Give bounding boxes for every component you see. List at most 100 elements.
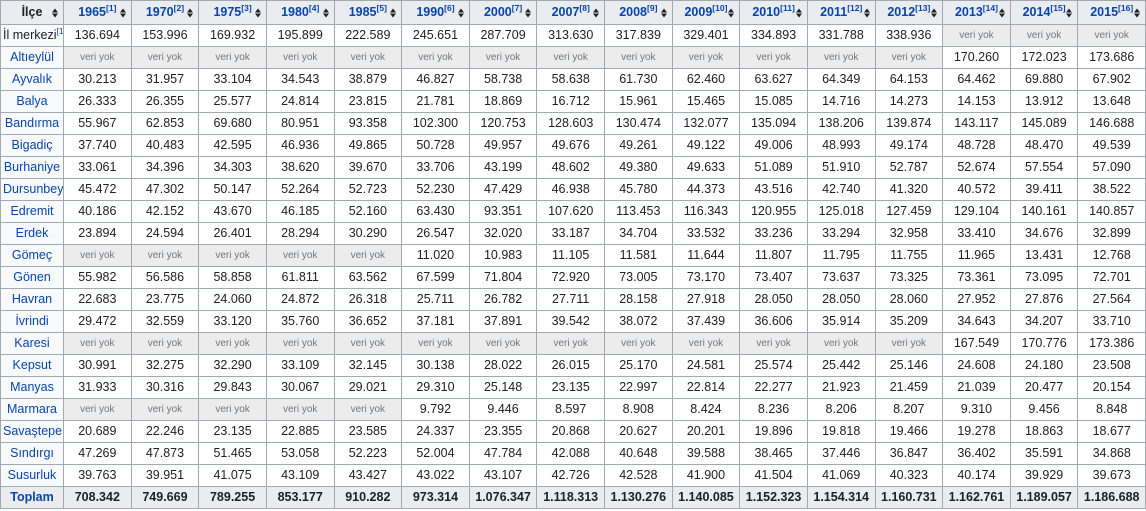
- year-link[interactable]: 2010: [752, 5, 780, 19]
- year-link[interactable]: 2015: [1090, 5, 1118, 19]
- reference-link[interactable]: [6]: [444, 3, 454, 13]
- district-link[interactable]: Gönen: [13, 270, 51, 284]
- sort-icon[interactable]: [661, 8, 667, 17]
- reference-link[interactable]: [10]: [712, 3, 727, 13]
- reference-link[interactable]: [1]: [106, 3, 116, 13]
- district-link[interactable]: Balya: [16, 94, 47, 108]
- district-link[interactable]: Edremit: [10, 204, 53, 218]
- district-link[interactable]: Dursunbey: [3, 182, 63, 196]
- population-cell: 28.060: [875, 289, 943, 311]
- year-link[interactable]: 2007: [552, 5, 580, 19]
- column-header-2009[interactable]: 2009[10]: [672, 1, 740, 25]
- column-header-1985[interactable]: 1985[5]: [334, 1, 402, 25]
- reference-link[interactable]: [9]: [647, 3, 657, 13]
- district-link[interactable]: Havran: [12, 292, 52, 306]
- reference-link[interactable]: [11]: [780, 3, 795, 13]
- sort-icon[interactable]: [1134, 8, 1140, 17]
- reference-link[interactable]: [7]: [512, 3, 522, 13]
- total-label[interactable]: Toplam: [10, 490, 54, 504]
- year-link[interactable]: 2014: [1023, 5, 1051, 19]
- district-link[interactable]: Kepsut: [13, 358, 52, 372]
- column-header-2013[interactable]: 2013[14]: [943, 1, 1011, 25]
- column-header-2000[interactable]: 2000[7]: [469, 1, 537, 25]
- population-cell: 170.260: [943, 47, 1011, 69]
- column-header-1980[interactable]: 1980[4]: [266, 1, 334, 25]
- reference-link[interactable]: [12]: [847, 3, 862, 13]
- reference-link[interactable]: [1]: [56, 26, 63, 36]
- column-header-2012[interactable]: 2012[13]: [875, 1, 943, 25]
- population-cell: 21.923: [807, 377, 875, 399]
- district-link[interactable]: Erdek: [16, 226, 49, 240]
- year-link[interactable]: 2009: [684, 5, 712, 19]
- population-cell: 64.462: [943, 69, 1011, 91]
- sort-icon[interactable]: [323, 8, 329, 17]
- sort-icon[interactable]: [999, 8, 1005, 17]
- sort-icon[interactable]: [864, 8, 870, 17]
- year-link[interactable]: 1975: [213, 5, 241, 19]
- column-header-district[interactable]: İlçe: [1, 1, 64, 25]
- district-link[interactable]: Ayvalık: [12, 72, 52, 86]
- sort-icon[interactable]: [52, 8, 58, 17]
- reference-link[interactable]: [15]: [1050, 3, 1065, 13]
- sort-icon[interactable]: [593, 8, 599, 17]
- column-header-2014[interactable]: 2014[15]: [1010, 1, 1078, 25]
- sort-icon[interactable]: [931, 8, 937, 17]
- column-header-1975[interactable]: 1975[3]: [199, 1, 267, 25]
- reference-link[interactable]: [2]: [174, 3, 184, 13]
- year-link[interactable]: 2012: [887, 5, 915, 19]
- year-link[interactable]: 2008: [619, 5, 647, 19]
- sort-icon[interactable]: [120, 8, 126, 17]
- district-link[interactable]: Savaştepe: [3, 424, 62, 438]
- sort-icon[interactable]: [390, 8, 396, 17]
- reference-link[interactable]: [4]: [309, 3, 319, 13]
- year-link[interactable]: 2013: [955, 5, 983, 19]
- column-header-2010[interactable]: 2010[11]: [740, 1, 808, 25]
- sort-icon[interactable]: [187, 8, 193, 17]
- sort-icon[interactable]: [796, 8, 802, 17]
- sort-icon[interactable]: [255, 8, 261, 17]
- population-cell: 34.676: [1010, 223, 1078, 245]
- district-link[interactable]: Burhaniye: [4, 160, 60, 174]
- year-link[interactable]: 1965: [78, 5, 106, 19]
- district-link[interactable]: Altıeylül: [10, 50, 54, 64]
- year-link[interactable]: 1970: [146, 5, 174, 19]
- sort-icon[interactable]: [1066, 8, 1072, 17]
- total-population-cell: 973.314: [402, 487, 470, 509]
- column-header-2015[interactable]: 2015[16]: [1078, 1, 1146, 25]
- population-cell: 32.145: [334, 355, 402, 377]
- year-link[interactable]: 2011: [820, 5, 847, 19]
- district-link[interactable]: Susurluk: [8, 468, 57, 482]
- year-link[interactable]: 1980: [281, 5, 309, 19]
- year-link[interactable]: 1990: [416, 5, 444, 19]
- population-cell: 41.320: [875, 179, 943, 201]
- district-link[interactable]: Bandırma: [5, 116, 59, 130]
- reference-link[interactable]: [14]: [983, 3, 998, 13]
- population-cell: 172.023: [1010, 47, 1078, 69]
- sort-icon[interactable]: [525, 8, 531, 17]
- reference-link[interactable]: [13]: [915, 3, 930, 13]
- district-link[interactable]: Gömeç: [12, 248, 52, 262]
- reference-link[interactable]: [8]: [579, 3, 589, 13]
- district-link[interactable]: Bigadiç: [12, 138, 53, 152]
- column-header-1970[interactable]: 1970[2]: [131, 1, 199, 25]
- sort-icon[interactable]: [458, 8, 464, 17]
- district-link[interactable]: İvrindi: [15, 314, 48, 328]
- district-link[interactable]: Marmara: [7, 402, 57, 416]
- population-cell: 24.337: [402, 421, 470, 443]
- district-link[interactable]: Manyas: [10, 380, 54, 394]
- reference-link[interactable]: [5]: [377, 3, 387, 13]
- column-header-1965[interactable]: 1965[1]: [64, 1, 132, 25]
- table-row: Bigadiç37.74040.48342.59546.93649.86550.…: [1, 135, 1146, 157]
- district-link[interactable]: Karesi: [14, 336, 49, 350]
- column-header-2007[interactable]: 2007[8]: [537, 1, 605, 25]
- reference-link[interactable]: [3]: [241, 3, 251, 13]
- column-header-2008[interactable]: 2008[9]: [605, 1, 673, 25]
- reference-link[interactable]: [16]: [1118, 3, 1133, 13]
- year-link[interactable]: 1985: [349, 5, 377, 19]
- year-link[interactable]: 2000: [484, 5, 512, 19]
- row-header-Manyas: Manyas: [1, 377, 64, 399]
- column-header-1990[interactable]: 1990[6]: [402, 1, 470, 25]
- district-link[interactable]: Sındırgı: [10, 446, 54, 460]
- column-header-2011[interactable]: 2011[12]: [807, 1, 875, 25]
- sort-icon[interactable]: [728, 8, 734, 17]
